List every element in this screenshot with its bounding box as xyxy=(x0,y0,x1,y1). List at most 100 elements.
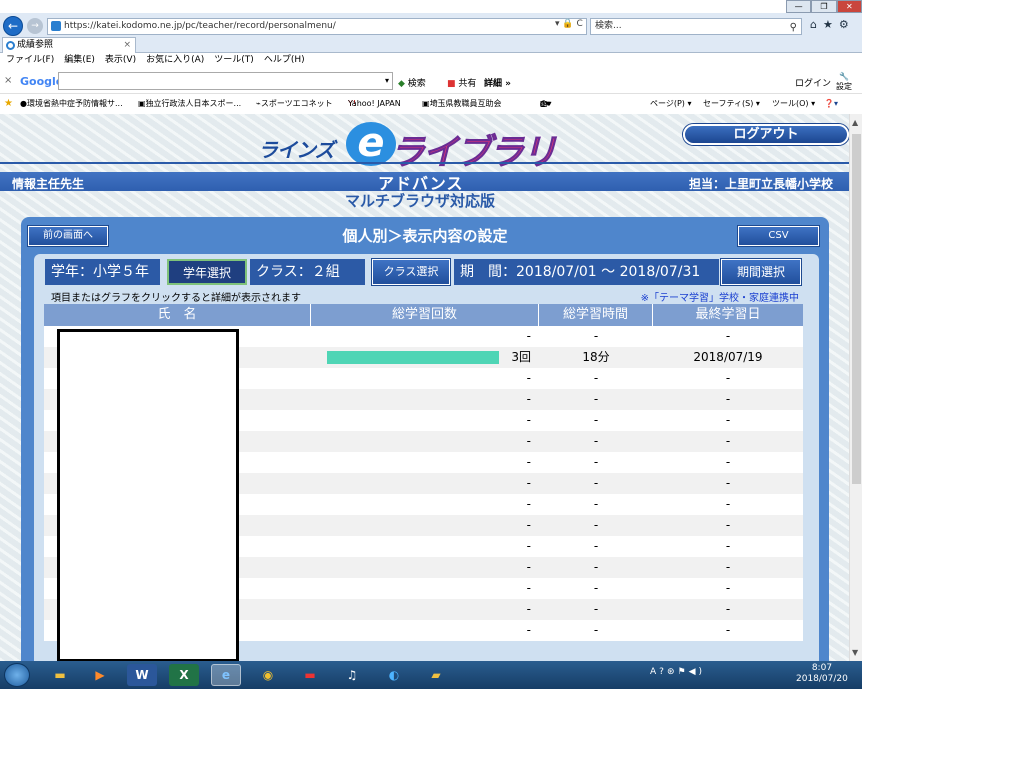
network-icon[interactable]: ⊛ xyxy=(667,667,678,677)
google-toolbar-close-icon[interactable]: × xyxy=(4,75,12,86)
favorite-item-5[interactable]: ▣ 埼玉県教職員互助会 xyxy=(422,95,502,112)
media-player-icon[interactable]: ▶ xyxy=(85,664,115,686)
count-value: - xyxy=(526,392,531,406)
favorite-label-2: 独立行政法人日本スポー... xyxy=(145,99,242,108)
google-search-input[interactable]: ▾ xyxy=(58,72,393,90)
cell-count[interactable]: - xyxy=(311,389,539,410)
help-icon[interactable]: ❓▾ xyxy=(824,95,838,112)
cell-count[interactable]: - xyxy=(311,473,539,494)
favorites-bar: ★ ● 環境省熱中症予防情報サ... ▣ 独立行政法人日本スポー... ⌁ スポ… xyxy=(0,95,862,112)
logout-button[interactable]: ログアウト xyxy=(683,124,849,145)
page-scrollbar[interactable]: ▲ ▼ xyxy=(849,114,862,661)
search-icon[interactable]: ⚲ xyxy=(790,20,797,35)
clock-date: 2018/07/20 xyxy=(796,674,848,684)
header-name[interactable]: 氏 名 xyxy=(44,304,311,326)
cell-time: - xyxy=(593,518,599,532)
share-icon: ■ xyxy=(447,79,456,89)
menu-tools[interactable]: ツール(T) xyxy=(214,53,254,68)
google-share-button[interactable]: ■ 共有 xyxy=(447,76,476,89)
command-safety[interactable]: セーフティ(S) ▾ xyxy=(703,95,760,112)
cell-count[interactable]: - xyxy=(311,578,539,599)
cell-count[interactable]: - xyxy=(311,326,539,347)
menu-edit[interactable]: 編集(E) xyxy=(64,53,95,68)
header-time[interactable]: 総学習時間 xyxy=(539,304,653,326)
multi-browser-label: マルチブラウザ対応版 xyxy=(345,192,496,210)
google-detail-button[interactable]: 詳細 » xyxy=(484,76,511,89)
menu-favorites[interactable]: お気に入り(A) xyxy=(146,53,204,68)
cell-count[interactable]: - xyxy=(311,452,539,473)
start-button[interactable] xyxy=(4,663,30,687)
chevron-down-icon[interactable]: ▾ xyxy=(385,76,389,85)
ie-blue-icon[interactable]: ◐ xyxy=(379,664,409,686)
minimize-button[interactable]: — xyxy=(786,0,812,13)
cell-count[interactable]: - xyxy=(311,536,539,557)
favorite-item-3[interactable]: ⌁ スポーツエコネット xyxy=(256,95,333,112)
help-tray-icon[interactable]: ? xyxy=(659,667,667,677)
count-value: - xyxy=(526,497,531,511)
word-icon[interactable]: W xyxy=(127,664,157,686)
cell-last-date: - xyxy=(725,602,731,616)
favorite-label-5: 埼玉県教職員互助会 xyxy=(429,99,502,108)
favorites-star-icon[interactable]: ★ xyxy=(4,95,13,112)
menu-view[interactable]: 表示(V) xyxy=(105,53,136,68)
explorer-icon[interactable]: ▬ xyxy=(45,664,75,686)
ime-icon[interactable]: A xyxy=(650,667,659,677)
favorites-star-icon[interactable]: ★ xyxy=(823,18,839,31)
count-value: - xyxy=(526,434,531,448)
header-last-date[interactable]: 最終学習日 xyxy=(653,304,803,326)
forward-button[interactable]: → xyxy=(27,18,43,34)
cell-count[interactable]: - xyxy=(311,410,539,431)
count-bar[interactable] xyxy=(327,351,499,364)
cell-last-date: - xyxy=(725,476,731,490)
cell-count[interactable]: - xyxy=(311,431,539,452)
restore-button[interactable]: ❐ xyxy=(811,0,837,13)
school-name: 担当：上里町立長幡小学校 xyxy=(688,177,833,191)
address-controls[interactable]: ▾ 🔒 C xyxy=(555,19,583,29)
excel-icon[interactable]: X xyxy=(169,664,199,686)
close-window-button[interactable]: ✕ xyxy=(836,0,862,13)
scroll-down-icon[interactable]: ▼ xyxy=(852,648,858,657)
back-button[interactable]: ← xyxy=(3,16,23,36)
cell-count[interactable]: 3回 xyxy=(311,347,539,368)
tab-active[interactable]: 成績参照 × xyxy=(2,37,136,53)
ie-icon[interactable]: e xyxy=(211,664,241,686)
scroll-up-icon[interactable]: ▲ xyxy=(852,118,858,127)
grade-select-button[interactable]: 学年選択 xyxy=(167,259,247,285)
folder-icon[interactable]: ▰ xyxy=(421,664,451,686)
google-login-button[interactable]: ログイン xyxy=(795,76,831,89)
volume-icon[interactable]: ◀) xyxy=(689,667,705,677)
gear-icon[interactable]: ⚙ xyxy=(839,18,855,31)
address-field[interactable]: https://katei.kodomo.ne.jp/pc/teacher/re… xyxy=(47,18,587,35)
wrench-icon[interactable]: 🔧 設定 xyxy=(836,72,852,92)
cell-time: - xyxy=(593,371,599,385)
favorite-item-1[interactable]: ● 環境省熱中症予防情報サ... xyxy=(20,95,123,112)
cell-count[interactable]: - xyxy=(311,599,539,620)
browser-search-input[interactable]: 検索... ⚲ xyxy=(590,18,802,35)
itunes-icon[interactable]: ♫ xyxy=(337,664,367,686)
command-page[interactable]: ページ(P) ▾ xyxy=(650,95,691,112)
scroll-thumb[interactable] xyxy=(852,134,861,484)
cell-count[interactable]: - xyxy=(311,557,539,578)
google-search-button[interactable]: ◆ 検索 xyxy=(398,76,426,89)
cell-count[interactable]: - xyxy=(311,368,539,389)
period-select-button[interactable]: 期間選択 xyxy=(721,259,801,285)
csv-button[interactable]: CSV xyxy=(738,226,819,246)
cell-time: - xyxy=(593,392,599,406)
flag-icon[interactable]: ⚑ xyxy=(678,667,689,677)
clock[interactable]: 8:07 2018/07/20 xyxy=(796,663,848,685)
favorite-item-2[interactable]: ▣ 独立行政法人日本スポー... xyxy=(138,95,241,112)
menu-file[interactable]: ファイル(F) xyxy=(6,53,54,68)
cell-count[interactable]: - xyxy=(311,494,539,515)
home-icon[interactable]: ⌂ xyxy=(810,18,823,31)
cell-count[interactable]: - xyxy=(311,620,539,641)
header-count[interactable]: 総学習回数 xyxy=(311,304,539,326)
command-tools[interactable]: ツール(O) ▾ xyxy=(772,95,815,112)
tab-close-icon[interactable]: × xyxy=(123,38,131,52)
app-icon[interactable]: ▬ xyxy=(295,664,325,686)
cell-count[interactable]: - xyxy=(311,515,539,536)
theme-study-link[interactable]: ※「テーマ学習」学校・家庭連携中 xyxy=(641,289,799,304)
chrome-icon[interactable]: ◉ xyxy=(253,664,283,686)
print-icon[interactable]: ⎙▾ xyxy=(540,95,550,112)
class-select-button[interactable]: クラス選択 xyxy=(372,259,450,285)
menu-help[interactable]: ヘルプ(H) xyxy=(264,53,305,68)
